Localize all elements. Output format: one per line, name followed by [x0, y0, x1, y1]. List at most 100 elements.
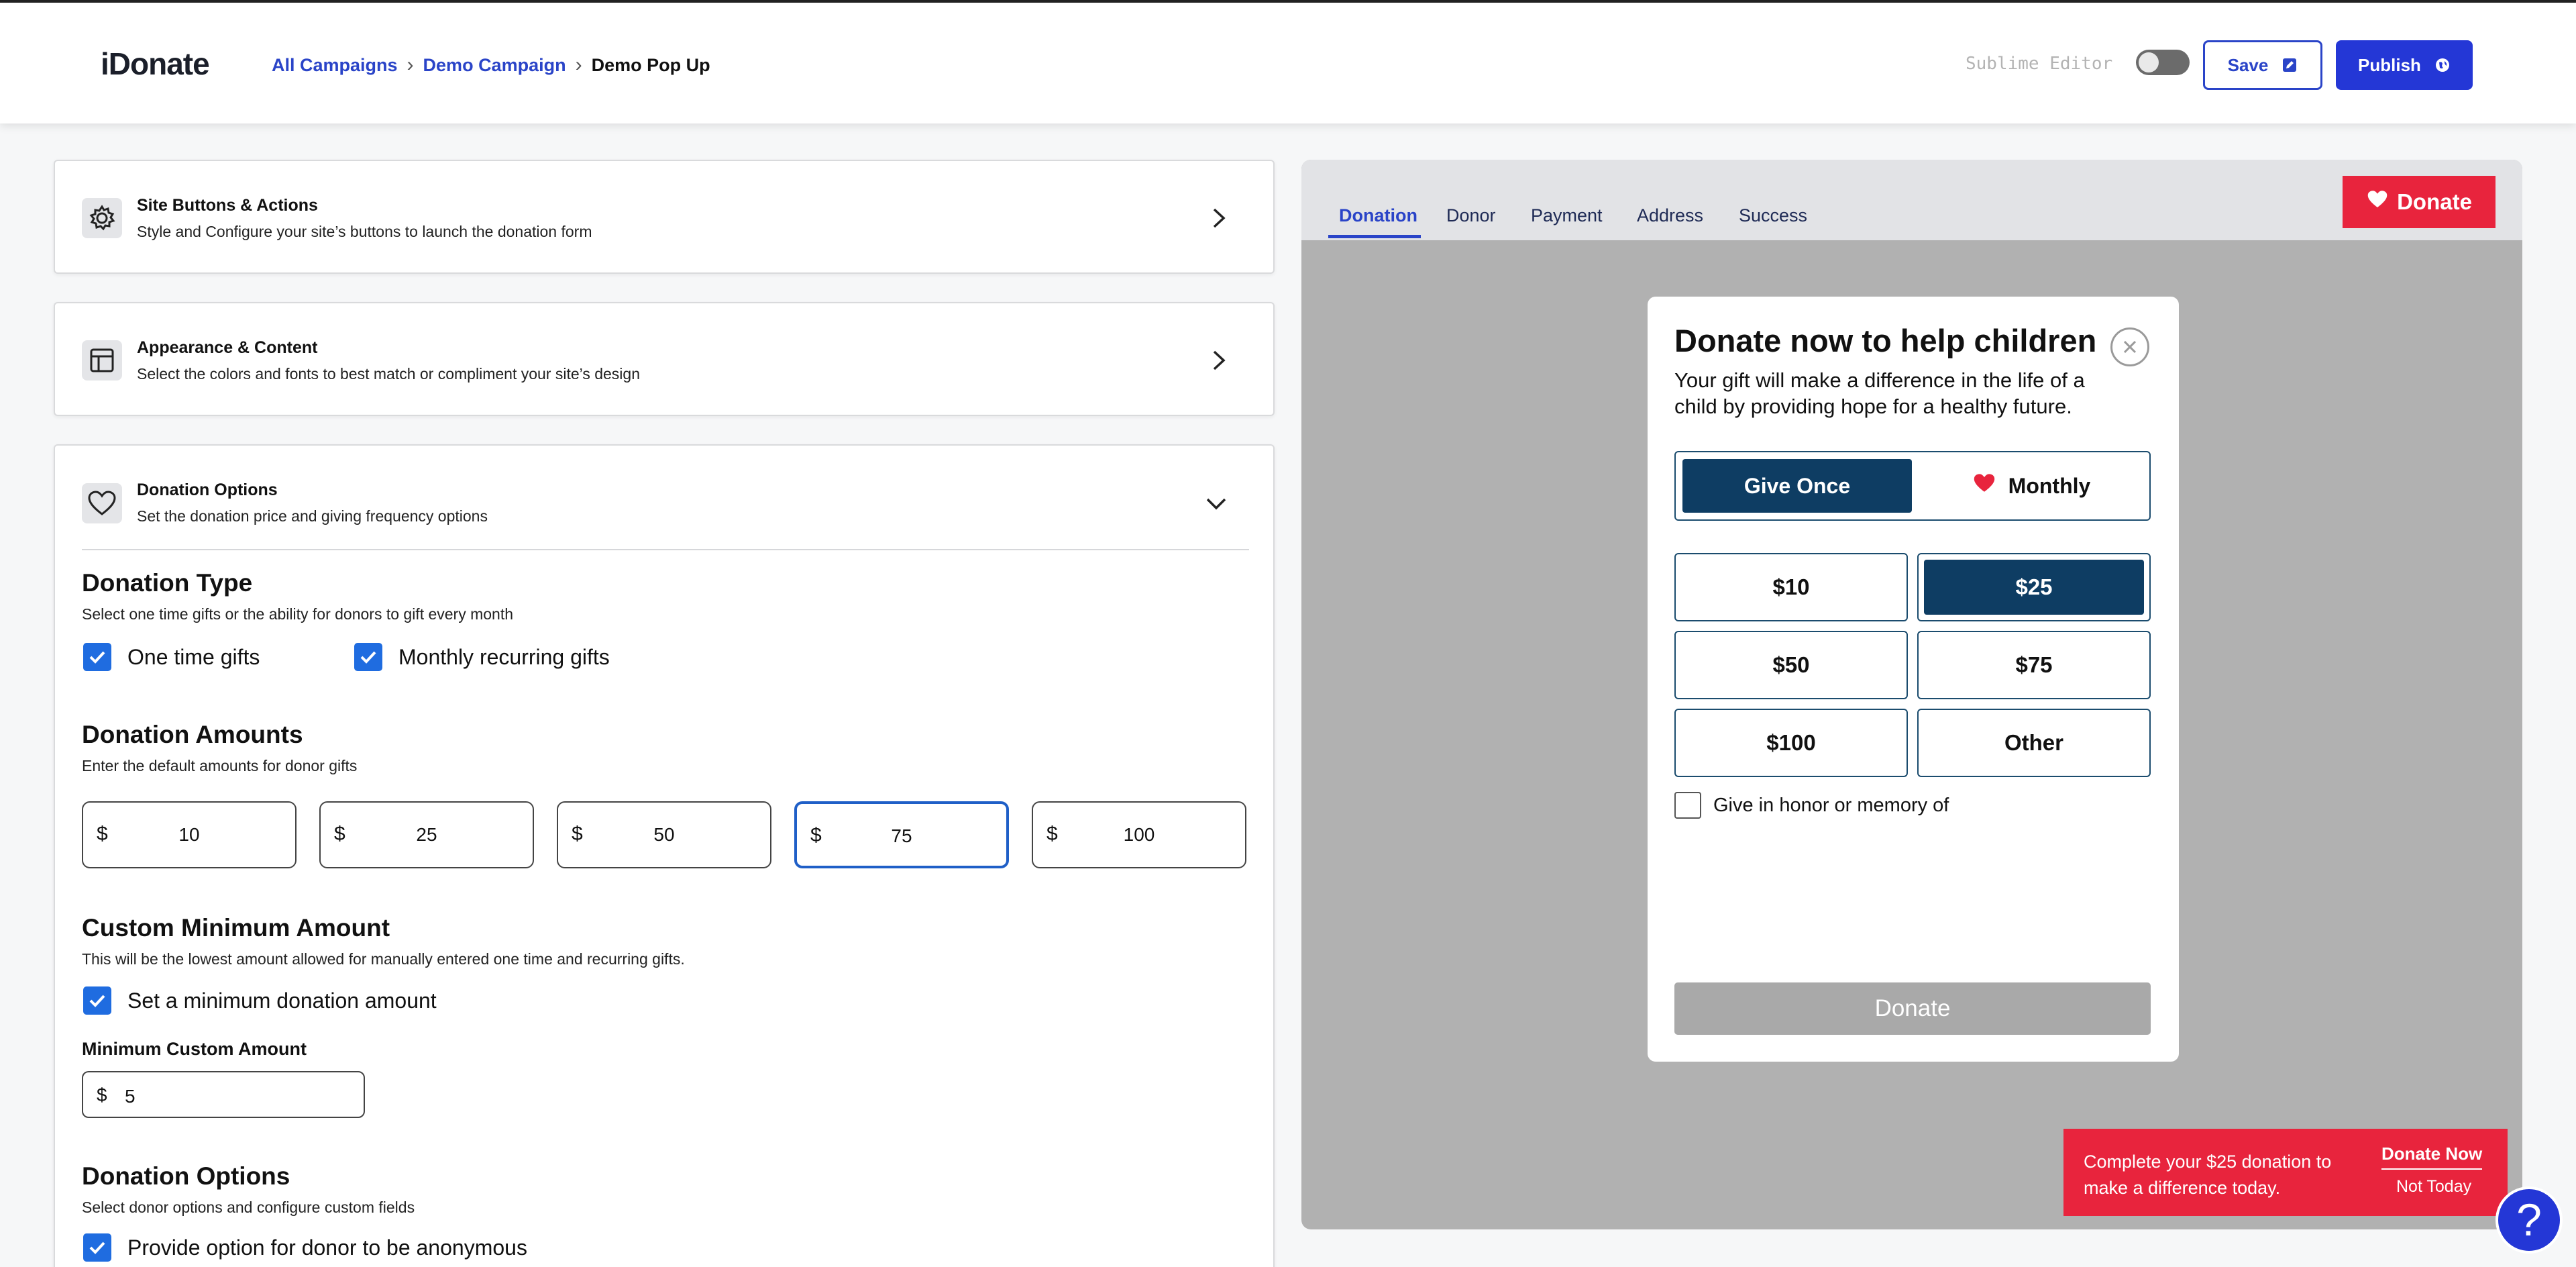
top-bar: iDonate All Campaigns › Demo Campaign › … [0, 0, 2576, 123]
amount-input-3[interactable]: $ 50 [557, 801, 771, 868]
chevron-right-icon[interactable] [1209, 207, 1228, 233]
modal-subtitle: Your gift will make a difference in the … [1674, 368, 2085, 418]
tab-donation[interactable]: Donation [1339, 205, 1417, 226]
idonate-logo[interactable]: iDonate [101, 46, 210, 82]
heart-icon [1972, 472, 1996, 499]
preview-panel: Donation Donor Payment Address Success D… [1301, 160, 2522, 1229]
selected-amount-label: $25 [1924, 560, 2144, 615]
amount-input-5[interactable]: $ 100 [1032, 801, 1246, 868]
checkbox-checked-icon[interactable] [83, 986, 111, 1015]
donation-options-title: Donation Options [82, 1162, 290, 1190]
publish-label: Publish [2358, 54, 2421, 75]
sublime-editor-label: Sublime Editor [1966, 54, 2113, 74]
chevron-right-icon: › [575, 54, 582, 76]
honor-label: Give in honor or memory of [1713, 794, 1949, 816]
minimum-amount-label: Minimum Custom Amount [82, 1039, 307, 1059]
card-subtitle: Set the donation price and giving freque… [137, 507, 488, 525]
site-buttons-card[interactable]: Site Buttons & Actions Style and Configu… [54, 160, 1275, 274]
amount-value: 50 [653, 824, 675, 845]
preview-tabs: Donation Donor Payment Address Success D… [1301, 160, 2522, 240]
heart-icon [82, 483, 122, 523]
checkbox-label: Monthly recurring gifts [398, 644, 610, 669]
heart-icon [2366, 189, 2389, 215]
one-time-gifts-checkbox[interactable]: One time gifts [83, 643, 260, 671]
gear-icon [82, 198, 122, 238]
card-title: Appearance & Content [137, 338, 318, 357]
publish-button[interactable]: Publish [2336, 40, 2473, 90]
breadcrumb: All Campaigns › Demo Campaign › Demo Pop… [272, 54, 710, 77]
sublime-editor-toggle[interactable] [2136, 50, 2190, 75]
amount-option-other[interactable]: Other [1917, 709, 2151, 777]
donation-amounts-title: Donation Amounts [82, 721, 303, 748]
help-button[interactable]: ? [2496, 1186, 2563, 1254]
banner-not-today-link[interactable]: Not Today [2396, 1177, 2471, 1197]
layout-icon [82, 340, 122, 381]
breadcrumb-current: Demo Pop Up [591, 54, 710, 75]
donation-options-subtitle: Select donor options and configure custo… [82, 1199, 415, 1216]
divider [82, 549, 1249, 550]
banner-text: Complete your $25 donation to make a dif… [2084, 1152, 2332, 1199]
monthly-label: Monthly [2008, 473, 2091, 498]
minimum-amount-input[interactable]: $ 5 [82, 1071, 365, 1118]
card-subtitle: Select the colors and fonts to best matc… [137, 365, 641, 383]
toggle-knob [2139, 52, 2159, 72]
checkbox-unchecked-icon[interactable] [1674, 792, 1701, 819]
modal-title: Donate now to help children [1674, 323, 2097, 358]
donation-amounts-subtitle: Enter the default amounts for donor gift… [82, 757, 358, 774]
anonymous-option-checkbox[interactable]: Provide option for donor to be anonymous [83, 1233, 527, 1262]
checkbox-checked-icon[interactable] [354, 643, 382, 671]
amount-input-2[interactable]: $ 25 [319, 801, 534, 868]
give-once-button[interactable]: Give Once [1682, 459, 1912, 513]
tab-donor[interactable]: Donor [1446, 205, 1496, 226]
checkbox-label: One time gifts [127, 644, 260, 669]
modal-donate-button[interactable]: Donate [1674, 982, 2151, 1035]
set-minimum-checkbox[interactable]: Set a minimum donation amount [83, 986, 437, 1015]
appearance-content-card[interactable]: Appearance & Content Select the colors a… [54, 302, 1275, 416]
custom-minimum-subtitle: This will be the lowest amount allowed f… [82, 950, 685, 968]
donate-launch-button[interactable]: Donate [2343, 176, 2496, 228]
reminder-banner: Complete your $25 donation to make a dif… [2063, 1129, 2508, 1216]
chevron-right-icon: › [407, 54, 414, 76]
donation-type-subtitle: Select one time gifts or the ability for… [82, 605, 514, 623]
donation-modal: Donate now to help children Your gift wi… [1648, 297, 2179, 1062]
checkbox-label: Provide option for donor to be anonymous [127, 1235, 527, 1260]
save-label: Save [2227, 54, 2269, 75]
monthly-recurring-checkbox[interactable]: Monthly recurring gifts [354, 643, 610, 671]
close-icon[interactable] [2110, 327, 2149, 366]
card-title: Donation Options [137, 480, 278, 499]
checkbox-label: Set a minimum donation amount [127, 988, 437, 1013]
tab-payment[interactable]: Payment [1531, 205, 1603, 226]
minimum-amount-value: 5 [125, 1086, 136, 1107]
amount-input-1[interactable]: $ 10 [82, 801, 297, 868]
breadcrumb-demo-campaign[interactable]: Demo Campaign [423, 55, 566, 76]
chevron-down-icon[interactable] [1205, 494, 1228, 516]
donate-badge-label: Donate [2397, 189, 2472, 214]
donation-options-card: Donation Options Set the donation price … [54, 444, 1275, 1267]
amount-value: 25 [416, 824, 437, 845]
checkbox-checked-icon[interactable] [83, 643, 111, 671]
amount-option-selected[interactable]: $25 [1917, 553, 2151, 621]
amount-value: 100 [1123, 824, 1155, 845]
chevron-right-icon[interactable] [1209, 349, 1228, 375]
checkbox-checked-icon[interactable] [83, 1233, 111, 1262]
donation-type-title: Donation Type [82, 569, 253, 597]
amount-value: 75 [891, 825, 912, 846]
amount-option[interactable]: $50 [1674, 631, 1908, 699]
card-subtitle: Style and Configure your site’s buttons … [137, 223, 592, 240]
amount-value: 10 [178, 824, 200, 845]
monthly-button[interactable]: Monthly [1917, 459, 2145, 513]
card-title: Site Buttons & Actions [137, 196, 318, 215]
honor-memory-checkbox[interactable]: Give in honor or memory of [1674, 792, 1949, 819]
amount-option[interactable]: $10 [1674, 553, 1908, 621]
amount-option[interactable]: $75 [1917, 631, 2151, 699]
frequency-toggle: Give Once Monthly [1674, 451, 2151, 521]
banner-donate-now-link[interactable]: Donate Now [2381, 1144, 2483, 1170]
breadcrumb-all-campaigns[interactable]: All Campaigns [272, 55, 398, 76]
tab-success[interactable]: Success [1739, 205, 1807, 226]
save-button[interactable]: Save [2203, 40, 2322, 90]
globe-icon [2434, 57, 2451, 73]
tab-address[interactable]: Address [1637, 205, 1703, 226]
edit-icon [2282, 57, 2298, 73]
amount-input-4[interactable]: $ 75 [794, 801, 1009, 868]
amount-option[interactable]: $100 [1674, 709, 1908, 777]
